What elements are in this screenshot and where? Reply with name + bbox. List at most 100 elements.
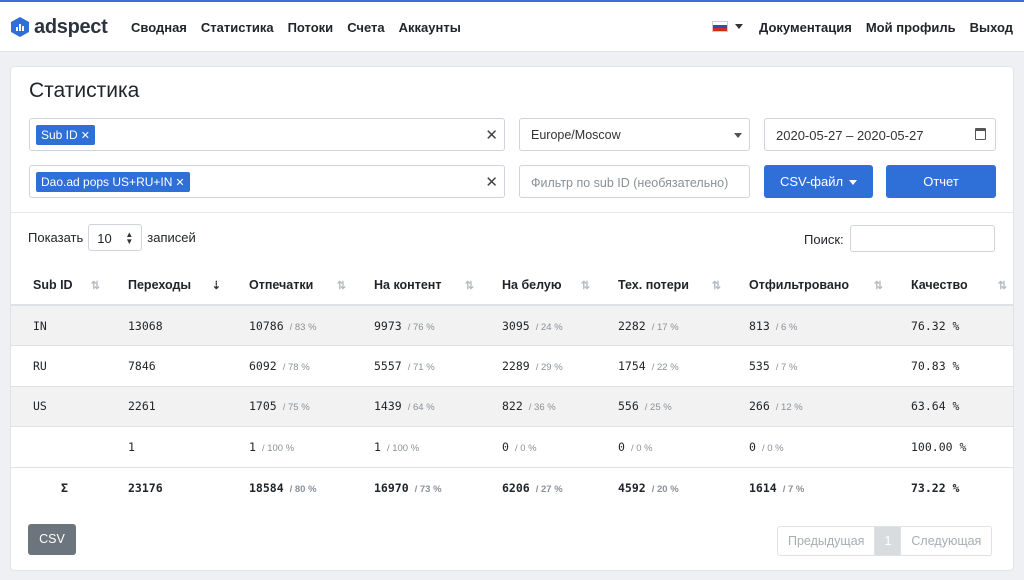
cell-subid [11,426,106,468]
cell-filtered: 535 / 7 % [727,345,889,387]
nav-item-profile[interactable]: Мой профиль [866,20,956,35]
page-size-select[interactable]: 10 ▲ ▼ [88,224,143,251]
column-header-filtered[interactable]: Отфильтровано ⇅ [727,265,889,306]
statistics-table: Sub ID ⇅ Переходы ⇣ Отпечатки ⇅ На контент ⇅… [11,265,1013,508]
clear-icon[interactable]: ✕ [485,126,498,144]
main-nav: Сводная Статистика Потоки Счета Аккаунты [131,20,461,35]
cell-value: 1705 [249,399,277,414]
cell-content: 16970 / 73 % [352,467,480,508]
cell-losses: 0 / 0 % [596,426,727,468]
cell-subid: RU [11,345,106,387]
cell-value: 1754 [618,358,646,373]
cell-percent: / 27 % [535,483,563,495]
column-label: Отфильтровано [749,277,850,292]
cell-value: 16970 [374,480,409,495]
column-header-subid[interactable]: Sub ID ⇅ [11,265,106,306]
clear-icon[interactable]: ✕ [485,173,498,191]
sort-icon: ⇅ [873,280,883,292]
sort-icon: ⇅ [90,280,100,292]
search-label: Поиск: [804,232,844,247]
cell-value: 266 [749,399,770,414]
cell-percent: / 73 % [414,483,442,495]
cell-value: 1 [249,439,256,454]
cell-percent: / 76 % [407,321,435,333]
subid-filter-input[interactable]: Фильтр по sub ID (необязательно) [519,165,750,198]
date-range-input[interactable]: 2020-05-27 – 2020-05-27 [764,118,996,151]
subid-filter-placeholder: Фильтр по sub ID (необязательно) [531,176,729,190]
group-by-select[interactable]: Sub ID ✕ ✕ [29,118,505,151]
timezone-select[interactable]: Europe/Moscow [519,118,750,151]
page-size-value: 10 [97,231,112,246]
cell-percent: / 75 % [282,402,310,414]
nav-item-streams[interactable]: Потоки [288,20,334,35]
chevron-down-icon [734,133,742,138]
sort-icon: ⇅ [997,280,1007,292]
sort-desc-icon: ⇣ [211,280,221,292]
report-button[interactable]: Отчет [886,165,996,198]
nav-item-invoices[interactable]: Счета [347,20,384,35]
cell-content: 9973 / 76 % [352,305,480,346]
column-header-quality[interactable]: Качество ⇅ [889,265,1013,306]
stream-select[interactable]: Dao.ad pops US+RU+IN ✕ ✕ [29,165,505,198]
csv-export-button[interactable]: CSV [28,524,76,555]
pagination-next[interactable]: Следующая [901,527,991,555]
cell-value: 535 [749,358,770,373]
cell-white: 3095 / 24 % [480,305,596,346]
cell-percent: / 0 % [630,442,653,454]
table-header-row: Sub ID ⇅ Переходы ⇣ Отпечатки ⇅ На контент ⇅… [11,265,1013,306]
nav-item-summary[interactable]: Сводная [131,20,187,35]
cell-prints: 6092 / 78 % [227,345,352,387]
cell-content: 1439 / 64 % [352,386,480,427]
column-header-content[interactable]: На контент ⇅ [352,265,480,306]
brand-name: adspect [34,15,108,38]
cell-percent: / 83 % [289,321,317,333]
nav-item-statistics[interactable]: Статистика [201,20,274,35]
brand-logo[interactable]: adspect [11,16,108,38]
cell-percent: / 71 % [407,361,435,373]
cell-clicks: 1 [106,426,227,468]
cell-value: 2289 [502,358,530,373]
cell-percent: / 64 % [407,402,435,414]
cell-percent: / 100 % [386,442,420,454]
cell-percent: / 7 % [782,483,805,495]
cell-value: 0 [618,439,625,454]
csv-file-button[interactable]: CSV-файл [764,165,873,198]
cell-value: 1614 [749,480,777,495]
cell-quality: 63.64 % [889,386,1013,427]
column-header-prints[interactable]: Отпечатки ⇅ [227,265,352,306]
pagination-prev[interactable]: Предыдущая [778,527,874,555]
adspect-logo-icon [11,17,29,37]
tag-remove-icon[interactable]: ✕ [81,130,90,142]
sort-icon: ⇅ [336,280,346,292]
nav-item-logout[interactable]: Выход [970,20,1013,35]
cell-percent: / 6 % [775,321,798,333]
cell-clicks: 2261 [106,386,227,427]
table-row: US 2261 1705/ 75 % 1439/ 64 % 822/ 36 % … [11,386,1013,427]
cell-losses: 4592 / 20 % [596,467,727,508]
cell-prints: 18584 / 80 % [227,467,352,508]
cell-filtered: 1614 / 7 % [727,467,889,508]
language-selector[interactable] [712,21,743,32]
column-header-clicks[interactable]: Переходы ⇣ [106,265,227,306]
sort-icon: ⇅ [464,280,474,292]
tag-remove-icon[interactable]: ✕ [175,177,184,189]
pagination-page-1[interactable]: 1 [874,527,902,555]
nav-item-accounts[interactable]: Аккаунты [399,20,461,35]
date-range-value: 2020-05-27 – 2020-05-27 [776,128,924,143]
column-header-losses[interactable]: Тех. потери ⇅ [596,265,727,306]
cell-prints: 1705 / 75 % [227,386,352,427]
page-title: Статистика [29,79,140,102]
cell-losses: 556 / 25 % [596,386,727,427]
cell-prints: 1 / 100 % [227,426,352,468]
cell-white: 2289 / 29 % [480,345,596,387]
column-header-white[interactable]: На белую ⇅ [480,265,596,306]
chevron-down-icon [849,180,858,186]
table-row: RU 7846 6092 / 78 % 5557 / 71 % 2289 / 29 %… [11,345,1013,387]
cell-content: 5557 / 71 % [352,345,480,387]
nav-item-docs[interactable]: Документация [759,20,852,35]
sort-icon: ⇅ [580,280,590,292]
cell-white: 822 / 36 % [480,386,596,427]
column-label: Sub ID [33,277,73,292]
search-input[interactable] [850,225,995,252]
cell-subid: US [11,386,106,427]
